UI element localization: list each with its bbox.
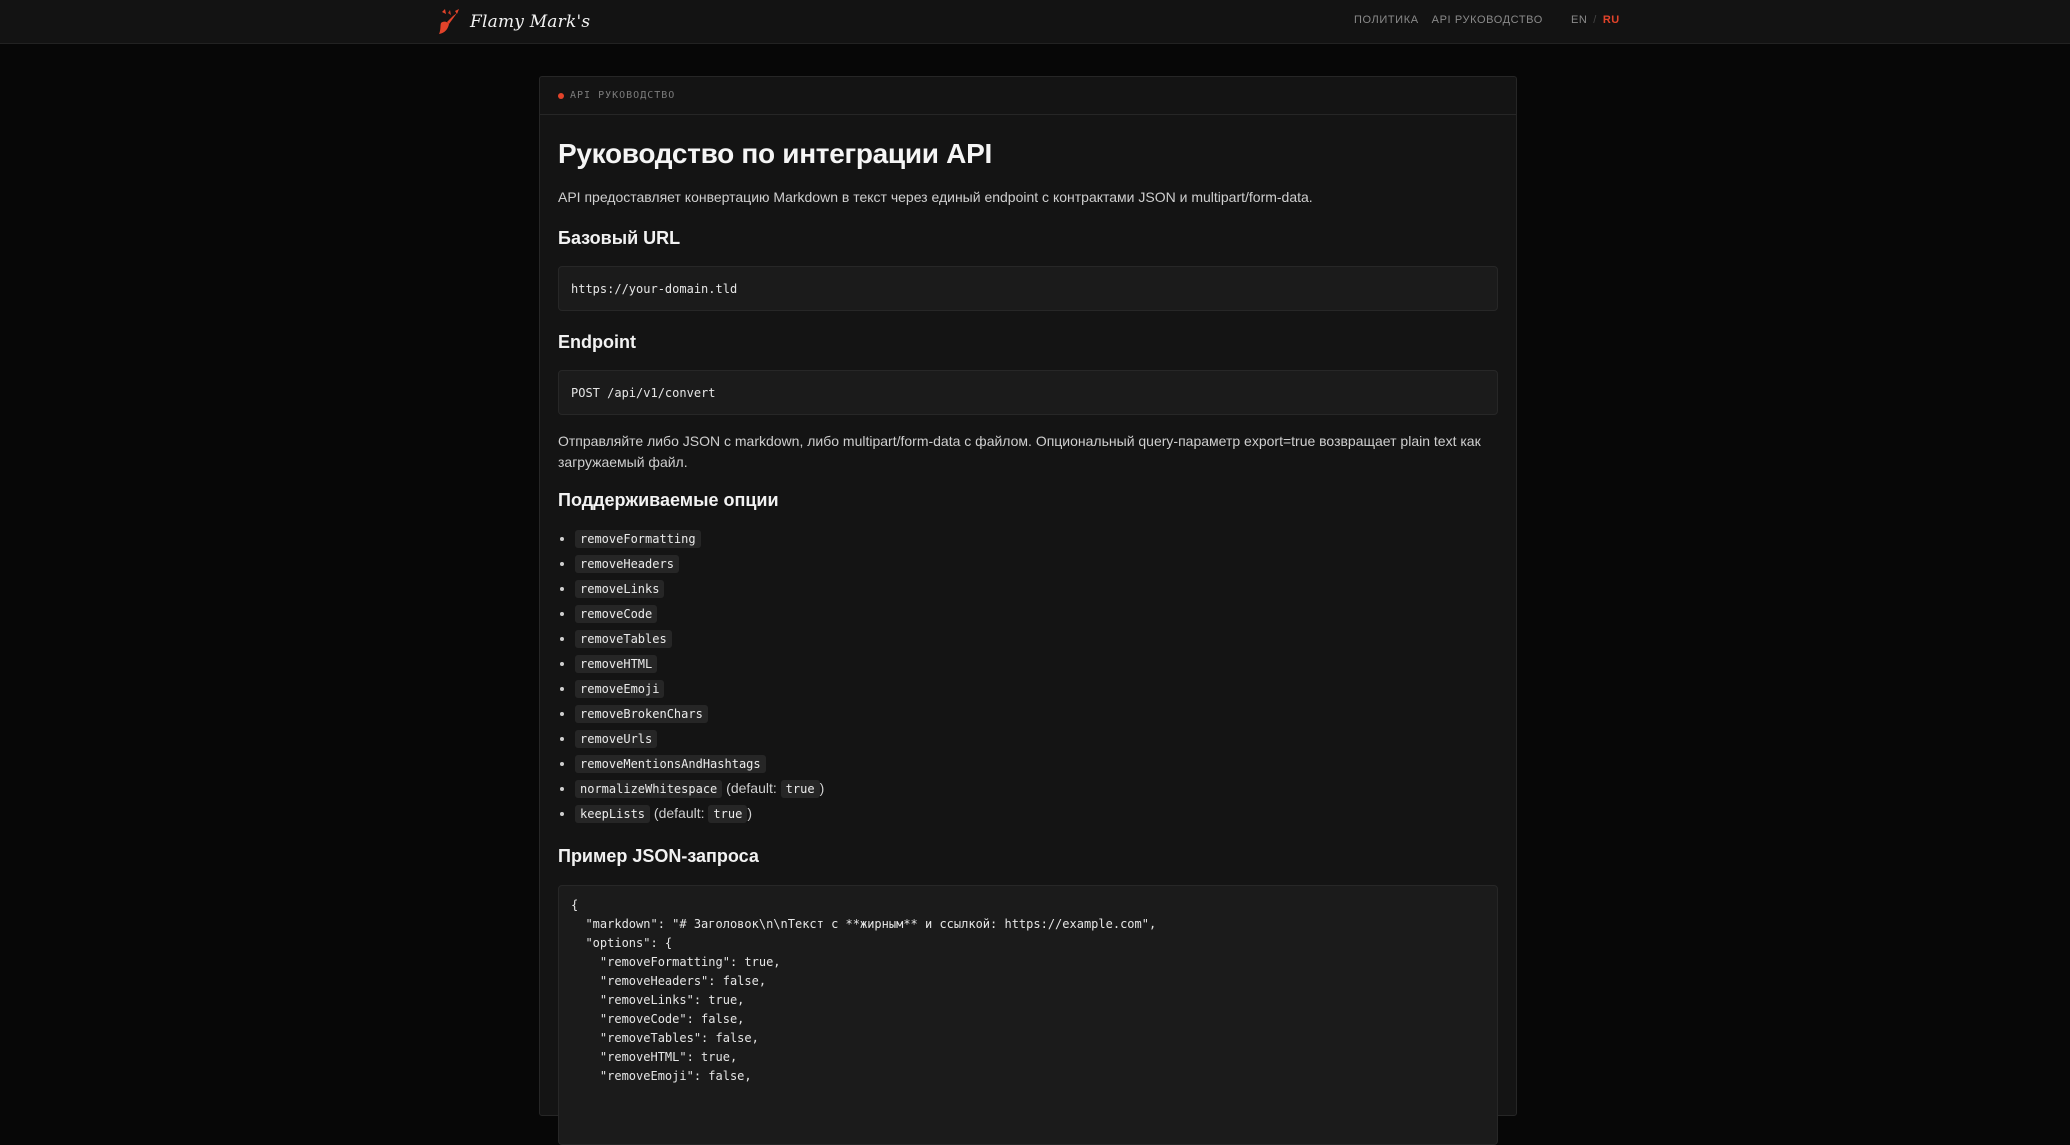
option-code: keepLists bbox=[575, 805, 651, 823]
api-guide-card: API РУКОВОДСТВО Руководство по интеграци… bbox=[539, 76, 1517, 1145]
option-code: removeCode bbox=[575, 605, 658, 623]
list-item: removeLinks bbox=[575, 576, 1498, 601]
option-default-suffix: ) bbox=[819, 780, 825, 796]
option-code: removeMentionsAndHashtags bbox=[575, 755, 766, 773]
option-code: removeEmoji bbox=[575, 680, 665, 698]
options-list: removeFormatting removeHeaders removeLin… bbox=[558, 526, 1498, 826]
main-nav: ПОЛИТИКА API РУКОВОДСТВО bbox=[1354, 14, 1543, 26]
lang-separator: / bbox=[1593, 14, 1597, 26]
brand-link[interactable]: Flamy Mark's bbox=[438, 8, 590, 36]
option-default-value: true bbox=[708, 805, 748, 823]
page-title: Руководство по интеграции API bbox=[558, 138, 992, 169]
option-code: removeUrls bbox=[575, 730, 658, 748]
brand-name: Flamy Mark's bbox=[470, 12, 591, 32]
nav-link-api-guide[interactable]: API РУКОВОДСТВО bbox=[1432, 14, 1543, 26]
lang-en-link[interactable]: EN bbox=[1571, 14, 1587, 26]
json-example-code-block[interactable]: { "markdown": "# Заголовок\n\nТекст с **… bbox=[558, 885, 1498, 1145]
list-item: removeEmoji bbox=[575, 676, 1498, 701]
option-default-prefix: (default: bbox=[653, 805, 705, 821]
language-switcher: EN / RU bbox=[1571, 14, 1620, 26]
option-code: removeHeaders bbox=[575, 555, 679, 573]
lang-ru-link[interactable]: RU bbox=[1603, 14, 1620, 26]
status-dot-icon bbox=[558, 92, 564, 99]
card-content: Руководство по интеграции API API предос… bbox=[540, 137, 1516, 1145]
option-code: removeFormatting bbox=[575, 530, 701, 548]
list-item: removeMentionsAndHashtags bbox=[575, 751, 1498, 776]
list-item: removeHeaders bbox=[575, 551, 1498, 576]
option-code: normalizeWhitespace bbox=[575, 780, 723, 798]
base-url-code[interactable]: https://your-domain.tld bbox=[558, 266, 1498, 311]
list-item: removeUrls bbox=[575, 726, 1498, 751]
base-url-heading: Базовый URL bbox=[558, 228, 681, 248]
list-item: removeBrokenChars bbox=[575, 701, 1498, 726]
list-item: keepLists (default: true) bbox=[575, 801, 1498, 826]
endpoint-description: Отправляйте либо JSON с markdown, либо m… bbox=[558, 433, 1481, 470]
option-default-value: true bbox=[780, 780, 820, 798]
flame-brush-icon bbox=[439, 9, 459, 34]
endpoint-heading: Endpoint bbox=[558, 332, 636, 352]
intro-text: API предоставляет конвертацию Markdown в… bbox=[558, 189, 1313, 205]
options-heading: Поддерживаемые опции bbox=[558, 490, 779, 510]
option-code: removeHTML bbox=[575, 655, 658, 673]
list-item: normalizeWhitespace (default: true) bbox=[575, 776, 1498, 801]
card-header: API РУКОВОДСТВО bbox=[540, 77, 1516, 115]
option-code: removeTables bbox=[575, 630, 672, 648]
nav-link-policy[interactable]: ПОЛИТИКА bbox=[1354, 14, 1419, 26]
list-item: removeHTML bbox=[575, 651, 1498, 676]
list-item: removeTables bbox=[575, 626, 1498, 651]
json-example-code: { "markdown": "# Заголовок\n\nТекст с **… bbox=[571, 898, 1157, 1083]
list-item: removeCode bbox=[575, 601, 1498, 626]
option-default-prefix: (default: bbox=[726, 780, 777, 796]
endpoint-code[interactable]: POST /api/v1/convert bbox=[558, 370, 1498, 415]
example-heading: Пример JSON-запроса bbox=[558, 846, 759, 866]
list-item: removeFormatting bbox=[575, 526, 1498, 551]
card-kicker: API РУКОВОДСТВО bbox=[570, 90, 676, 101]
option-code: removeLinks bbox=[575, 580, 665, 598]
option-code: removeBrokenChars bbox=[575, 705, 708, 723]
option-default-suffix: ) bbox=[747, 805, 752, 821]
top-navigation-bar: Flamy Mark's ПОЛИТИКА API РУКОВОДСТВО EN… bbox=[0, 0, 2070, 44]
